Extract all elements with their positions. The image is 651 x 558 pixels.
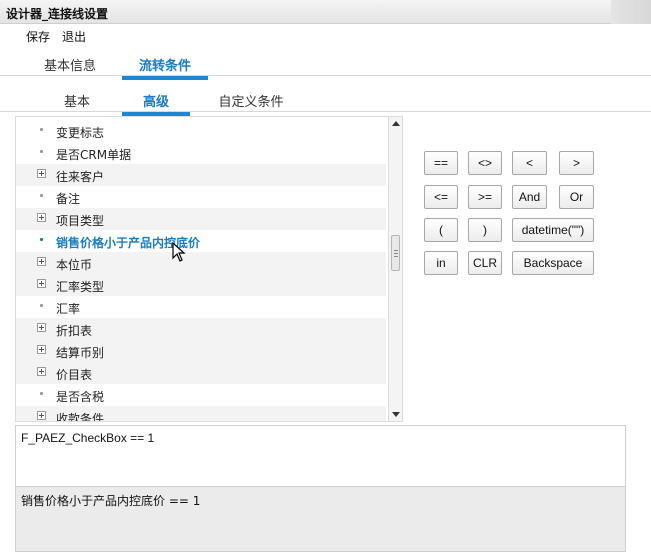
- mouse-cursor-icon: [172, 242, 186, 262]
- tree-item[interactable]: 是否含税: [16, 384, 386, 406]
- clear-button[interactable]: CLR: [468, 251, 502, 275]
- expression-editor[interactable]: F_PAEZ_CheckBox == 1: [15, 425, 626, 487]
- tree-item-selected[interactable]: 销售价格小于产品内控底价: [16, 230, 386, 252]
- op-and-button[interactable]: And: [512, 185, 547, 209]
- window-title: 设计器_连接线设置: [6, 7, 109, 21]
- tab-custom-conditions-label: 自定义条件: [218, 95, 284, 110]
- leaf-bullet-icon: [37, 191, 46, 200]
- tree-item[interactable]: 收款条件: [16, 406, 386, 422]
- menu-bar: 保存 退出: [0, 24, 651, 46]
- menu-exit[interactable]: 退出: [62, 28, 86, 45]
- expand-plus-icon[interactable]: [37, 279, 46, 288]
- expression-text: F_PAEZ_CheckBox == 1: [21, 431, 155, 445]
- condition-tabs: 基本 高级 自定义条件: [0, 86, 651, 116]
- tree-item-label: 结算币别: [56, 346, 105, 360]
- op-greater-button[interactable]: >: [559, 151, 594, 175]
- op-right-paren-button[interactable]: ): [468, 218, 502, 242]
- tab-flow-conditions-label: 流转条件: [138, 59, 191, 74]
- tree-item-label: 本位币: [56, 258, 93, 272]
- leaf-bullet-icon: [37, 389, 46, 398]
- op-in-button[interactable]: in: [424, 251, 458, 275]
- tree-item[interactable]: 项目类型: [16, 208, 386, 230]
- tree-item[interactable]: 备注: [16, 186, 386, 208]
- op-not-equal-button[interactable]: <>: [468, 151, 502, 175]
- tree-item-label: 是否CRM单据: [56, 148, 132, 162]
- expression-description: 销售价格小于产品内控底价 == 1: [15, 487, 626, 552]
- menu-save[interactable]: 保存: [26, 28, 50, 45]
- op-datetime-button[interactable]: datetime(""): [512, 218, 594, 242]
- tree-item-label: 变更标志: [56, 126, 105, 140]
- tab-basic-label: 基本: [63, 95, 90, 110]
- expand-plus-icon[interactable]: [37, 367, 46, 376]
- scroll-up-icon[interactable]: [392, 121, 400, 126]
- tree-item-label: 往来客户: [56, 170, 105, 184]
- op-less-button[interactable]: <: [512, 151, 547, 175]
- tab-basic-info[interactable]: 基本信息: [42, 55, 98, 74]
- tree-item-label: 备注: [56, 192, 81, 206]
- expand-plus-icon[interactable]: [37, 169, 46, 178]
- tree-item[interactable]: 价目表: [16, 362, 386, 384]
- tab-custom-conditions[interactable]: 自定义条件: [216, 91, 286, 110]
- tree-item[interactable]: 折扣表: [16, 318, 386, 340]
- leaf-bullet-icon: [37, 301, 46, 310]
- tree-item[interactable]: 变更标志: [16, 120, 386, 142]
- tab-basic[interactable]: 基本: [62, 91, 92, 110]
- tree-scrollbar[interactable]: [389, 116, 403, 422]
- backspace-button[interactable]: Backspace: [512, 251, 594, 275]
- description-text: 销售价格小于产品内控底价 == 1: [21, 494, 201, 508]
- expand-plus-icon[interactable]: [37, 345, 46, 354]
- main-tabs: 基本信息 流转条件: [0, 50, 651, 80]
- tree-item[interactable]: 往来客户: [16, 164, 386, 186]
- scroll-thumb[interactable]: [391, 235, 400, 271]
- expand-plus-icon[interactable]: [37, 257, 46, 266]
- title-bar-edge: [611, 0, 651, 24]
- expand-plus-icon[interactable]: [37, 323, 46, 332]
- expand-plus-icon[interactable]: [37, 411, 46, 420]
- tree-item[interactable]: 结算币别: [16, 340, 386, 362]
- tree-item[interactable]: 本位币: [16, 252, 386, 274]
- op-left-paren-button[interactable]: (: [424, 218, 458, 242]
- tree-item-label: 是否含税: [56, 390, 105, 404]
- tree-item-label: 汇率: [56, 302, 81, 316]
- field-tree[interactable]: 变更标志 是否CRM单据 往来客户 备注 项目类型 销售价格小于产品内控底价 本…: [15, 116, 389, 422]
- leaf-bullet-icon: [37, 125, 46, 134]
- tab-basic-info-label: 基本信息: [43, 59, 96, 74]
- tree-item-label: 收款条件: [56, 412, 105, 422]
- tree-item-label: 汇率类型: [56, 280, 105, 294]
- tab-advanced[interactable]: 高级: [122, 91, 190, 116]
- op-equal-button[interactable]: ==: [424, 151, 458, 175]
- title-bar: 设计器_连接线设置: [0, 0, 651, 24]
- leaf-bullet-icon: [37, 147, 46, 156]
- tree-item[interactable]: 是否CRM单据: [16, 142, 386, 164]
- expand-plus-icon[interactable]: [37, 213, 46, 222]
- leaf-bullet-icon: [37, 235, 46, 244]
- active-tab-indicator: [122, 76, 208, 80]
- tree-item-label: 折扣表: [56, 324, 93, 338]
- scroll-down-icon[interactable]: [392, 412, 400, 417]
- tree-item-label: 项目类型: [56, 214, 105, 228]
- tab-flow-conditions[interactable]: 流转条件: [122, 55, 208, 80]
- op-greater-equal-button[interactable]: >=: [468, 185, 502, 209]
- op-less-equal-button[interactable]: <=: [424, 185, 458, 209]
- tree-item[interactable]: 汇率类型: [16, 274, 386, 296]
- tree-item[interactable]: 汇率: [16, 296, 386, 318]
- tree-item-label: 价目表: [56, 368, 93, 382]
- op-or-button[interactable]: Or: [559, 185, 594, 209]
- tab-advanced-label: 高级: [142, 95, 169, 110]
